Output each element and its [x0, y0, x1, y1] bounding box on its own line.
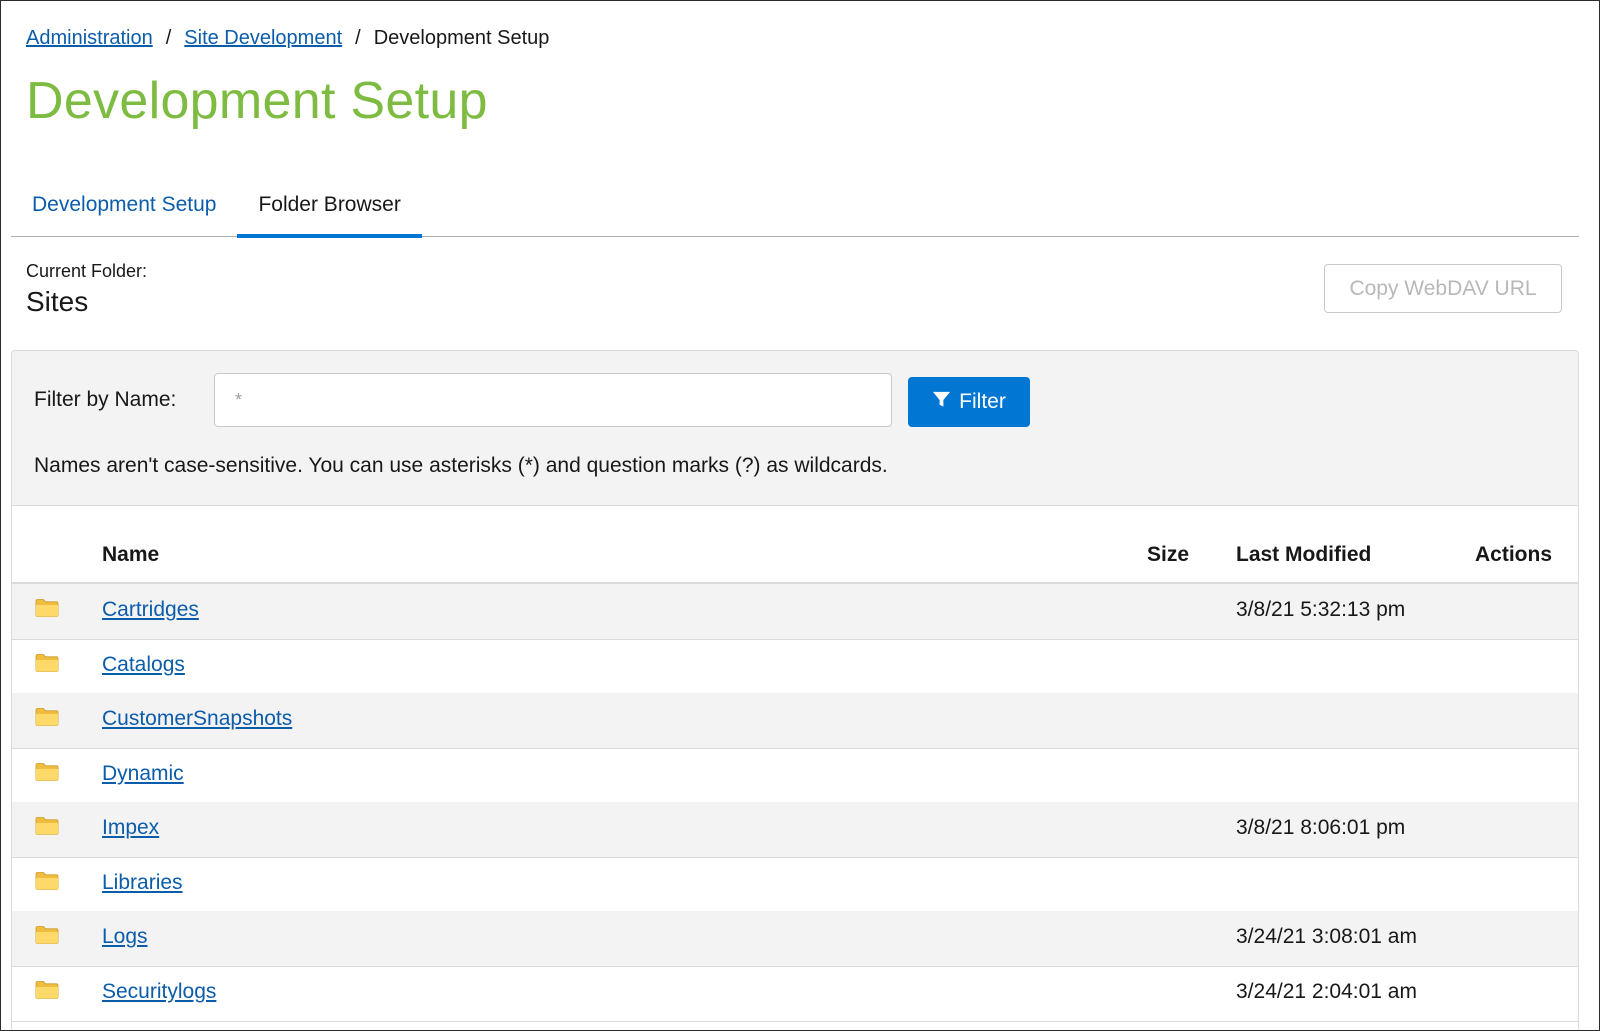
folder-name-link[interactable]: Cartridges — [102, 598, 199, 622]
breadcrumb-separator: / — [165, 27, 172, 49]
folder-icon — [35, 598, 59, 618]
last-modified: 3/8/21 8:06:01 pm — [1236, 816, 1406, 839]
folder-name-link[interactable]: Impex — [102, 816, 159, 840]
folder-icon — [35, 653, 59, 673]
filter-button[interactable]: Filter — [908, 377, 1030, 427]
folder-icon — [35, 762, 59, 782]
folder-icon — [35, 816, 59, 836]
tab-bar: Development Setup Folder Browser — [11, 179, 1579, 238]
folder-name-link[interactable]: Dynamic — [102, 762, 184, 786]
folder-name-link[interactable]: Securitylogs — [102, 980, 216, 1004]
column-header-actions: Actions — [1475, 543, 1553, 566]
table-row: Securitylogs 3/24/21 2:04:01 am — [12, 966, 1578, 1022]
filter-button-label: Filter — [959, 390, 1006, 413]
filter-help-text: Names aren't case-sensitive. You can use… — [34, 454, 888, 477]
breadcrumb-separator: / — [355, 27, 361, 49]
folder-icon — [35, 980, 59, 1000]
table-row: CustomerSnapshots — [12, 693, 1578, 749]
folder-icon — [35, 871, 59, 891]
tab-folder-browser[interactable]: Folder Browser — [237, 179, 423, 238]
last-modified: 3/8/21 5:32:13 pm — [1236, 598, 1406, 621]
folder-browser-page: Administration / Site Development / Deve… — [0, 0, 1600, 1031]
page-title: Development Setup — [26, 72, 488, 130]
folder-name-link[interactable]: Libraries — [102, 871, 183, 895]
table-row: Catalogs — [12, 639, 1578, 695]
column-header-last-modified[interactable]: Last Modified — [1236, 543, 1371, 567]
folder-icon — [35, 707, 59, 727]
table-row: Dynamic — [12, 748, 1578, 804]
table-row: Logs 3/24/21 3:08:01 am — [12, 911, 1578, 967]
breadcrumb: Administration / Site Development / Deve… — [26, 27, 549, 50]
last-modified: 3/24/21 3:08:01 am — [1236, 925, 1417, 948]
folder-name-link[interactable]: Catalogs — [102, 653, 185, 677]
table-row: Cartridges 3/8/21 5:32:13 pm — [12, 584, 1578, 640]
tab-development-setup[interactable]: Development Setup — [11, 179, 237, 237]
table-header: Name Size Last Modified Actions — [12, 506, 1578, 584]
copy-webdav-url-button[interactable]: Copy WebDAV URL — [1324, 264, 1562, 313]
filter-label: Filter by Name: — [34, 388, 177, 411]
current-folder-name: Sites — [26, 286, 89, 317]
table-row: Libraries — [12, 857, 1578, 913]
column-header-size[interactable]: Size — [1147, 543, 1189, 567]
breadcrumb-site-development-link[interactable]: Site Development — [184, 27, 342, 50]
filter-name-input[interactable] — [214, 373, 892, 427]
folder-name-link[interactable]: CustomerSnapshots — [102, 707, 292, 731]
breadcrumb-current: Development Setup — [373, 27, 550, 49]
folder-table: Name Size Last Modified Actions Cartridg… — [11, 505, 1579, 1030]
folder-icon — [35, 925, 59, 945]
current-folder-label: Current Folder: — [26, 261, 148, 281]
breadcrumb-administration-link[interactable]: Administration — [26, 27, 153, 50]
last-modified: 3/24/21 2:04:01 am — [1236, 979, 1417, 1003]
column-header-name[interactable]: Name — [102, 543, 159, 567]
filter-panel: Filter by Name: Filter Names aren't case… — [11, 350, 1579, 505]
funnel-icon — [932, 390, 951, 415]
table-row: Impex 3/8/21 8:06:01 pm — [12, 802, 1578, 858]
folder-name-link[interactable]: Logs — [102, 925, 148, 949]
